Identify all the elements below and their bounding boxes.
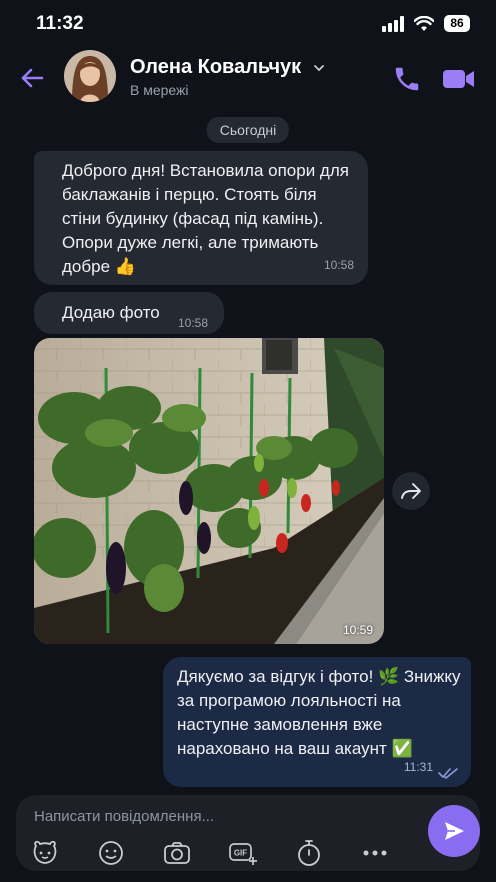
message-time: 10:58: [178, 316, 209, 330]
video-call-button[interactable]: [442, 64, 476, 94]
chat-header: Олена Ковальчук В мережі: [0, 50, 496, 108]
more-icon: [363, 850, 387, 856]
back-arrow-icon: [21, 68, 44, 88]
contact-name[interactable]: Олена Ковальчук: [130, 56, 325, 79]
message-text: Додаю фото: [62, 303, 160, 322]
chevron-down-icon: [313, 64, 324, 71]
status-icons: 86: [382, 15, 470, 32]
emoji-icon: [99, 841, 123, 865]
contact-status: В мережі: [130, 82, 189, 98]
photo-time: 10:59: [342, 623, 373, 637]
garden-photo: [34, 338, 384, 644]
read-receipt-icon: [438, 768, 458, 779]
message-composer: Написати повідомлення... GIF: [16, 795, 480, 871]
back-button[interactable]: [16, 62, 48, 94]
wifi-icon: [414, 15, 434, 31]
camera-button[interactable]: [162, 839, 192, 867]
status-time: 11:32: [36, 13, 84, 34]
send-button[interactable]: [428, 805, 480, 857]
forward-icon: [401, 483, 421, 499]
sticker-button[interactable]: [30, 839, 60, 867]
emoji-button[interactable]: [96, 839, 126, 867]
signal-icon: [382, 15, 404, 32]
message-incoming[interactable]: Додаю фото 10:58: [34, 292, 224, 334]
composer-toolbar: GIF: [30, 839, 400, 867]
timer-button[interactable]: [294, 839, 324, 867]
more-button[interactable]: [360, 839, 390, 867]
timer-icon: [298, 840, 320, 866]
message-text: Дякуємо за відгук і фото! 🌿 Знижку за пр…: [177, 667, 461, 758]
gif-icon: GIF: [229, 843, 257, 865]
message-incoming[interactable]: Доброго дня! Встановила опори для баклаж…: [34, 151, 368, 285]
camera-icon: [164, 842, 190, 864]
status-bar: 11:32 86: [0, 0, 496, 50]
message-time: 10:58: [323, 258, 354, 272]
voice-call-button[interactable]: [392, 64, 422, 94]
message-time: 11:31: [403, 760, 433, 774]
forward-button[interactable]: [392, 472, 430, 510]
message-outgoing[interactable]: Дякуємо за відгук і фото! 🌿 Знижку за пр…: [163, 657, 471, 787]
phone-icon: [395, 67, 419, 91]
photo-message[interactable]: 10:59: [34, 338, 384, 644]
battery-indicator: 86: [444, 15, 470, 32]
svg-text:GIF: GIF: [234, 849, 247, 858]
message-text: Доброго дня! Встановила опори для баклаж…: [62, 161, 349, 276]
send-icon: [445, 822, 464, 840]
video-icon: [443, 70, 474, 88]
avatar[interactable]: [64, 50, 116, 102]
contact-name-text: Олена Ковальчук: [130, 56, 302, 78]
gif-button[interactable]: GIF: [228, 839, 258, 867]
sticker-icon: [33, 840, 57, 864]
date-divider: Сьогодні: [206, 117, 290, 143]
message-input[interactable]: Написати повідомлення...: [34, 808, 214, 825]
